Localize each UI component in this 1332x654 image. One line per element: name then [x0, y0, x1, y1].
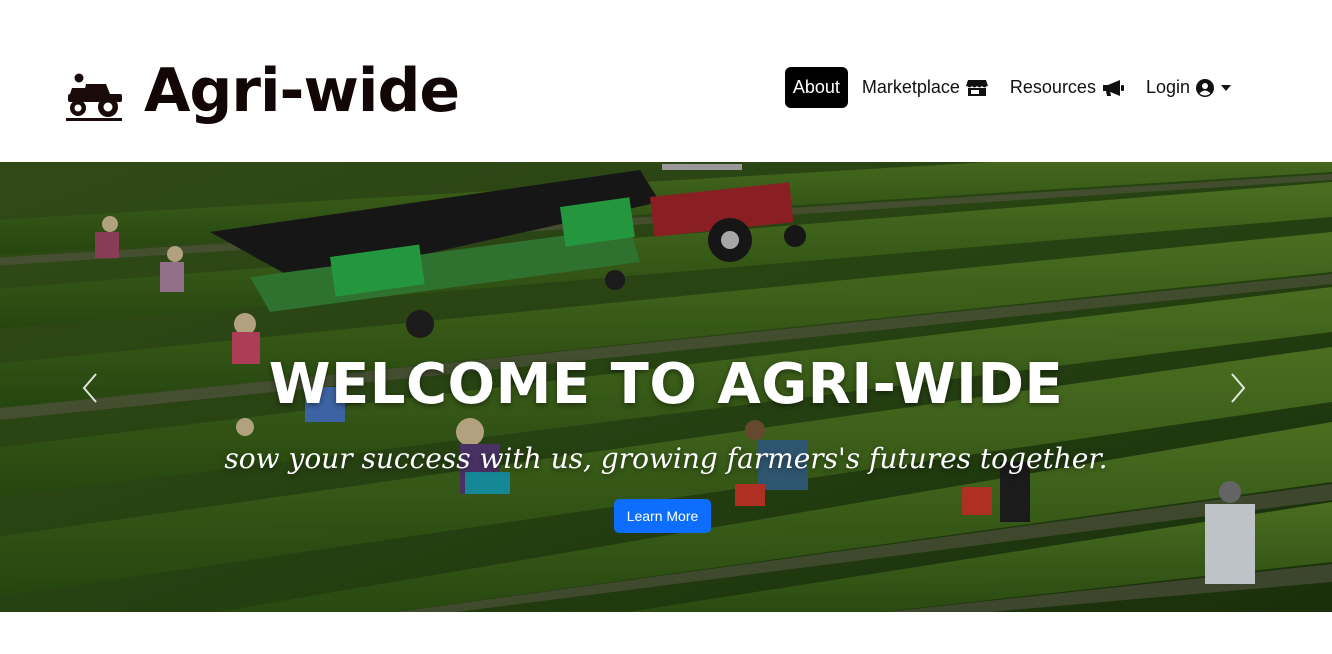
brand-name: Agri-wide	[144, 56, 460, 126]
nav-resources-label: Resources	[1009, 77, 1096, 97]
nav-marketplace-label: Marketplace	[861, 77, 960, 97]
hero-subtitle: sow your success with us, growing farmer…	[224, 442, 1108, 475]
learn-more-button[interactable]: Learn More	[614, 499, 711, 533]
hero-carousel: WELCOME TO AGRI-WIDE sow your success wi…	[0, 162, 1332, 612]
store-icon	[965, 79, 988, 97]
tractor-farmer-icon	[66, 73, 122, 121]
nav-resources[interactable]: Resources	[1002, 67, 1132, 108]
user-circle-icon	[1196, 78, 1214, 97]
brand[interactable]: Agri-wide	[64, 56, 460, 126]
hero-title: WELCOME TO AGRI-WIDE	[268, 352, 1064, 417]
megaphone-icon	[1102, 79, 1124, 97]
nav-login-dropdown[interactable]: Login	[1138, 67, 1240, 108]
caret-down-icon	[1220, 84, 1232, 92]
main-nav: About Marketplace Resources Login	[784, 67, 1240, 108]
nav-login-label: Login	[1145, 77, 1190, 97]
nav-marketplace[interactable]: Marketplace	[854, 67, 996, 108]
navbar: Agri-wide About Marketplace Resources Lo…	[0, 0, 1332, 162]
nav-about[interactable]: About	[784, 67, 848, 108]
nav-about-label: About	[792, 77, 840, 97]
